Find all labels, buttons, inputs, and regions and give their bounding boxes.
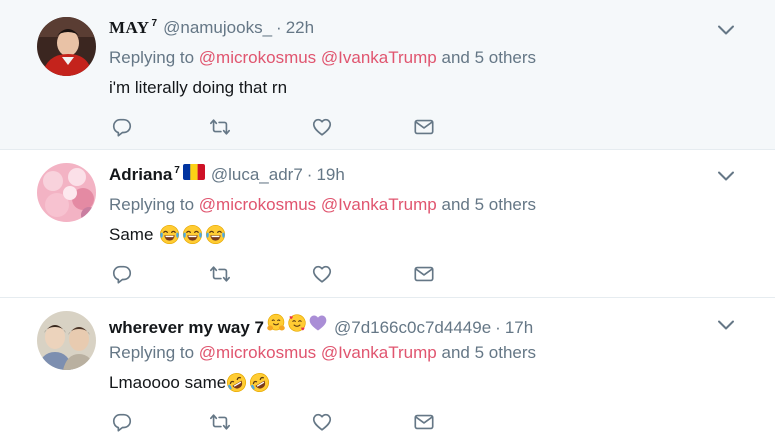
replying-to: Replying to @microkosmus @IvankaTrump an…	[109, 48, 536, 68]
avatar[interactable]	[37, 311, 96, 370]
tweet[interactable]: wherever my way 7 @7d166c0c7d4449e · 17h…	[0, 298, 775, 436]
tweet-text: Same	[109, 224, 226, 245]
replying-to: Replying to @microkosmus @IvankaTrump an…	[109, 195, 536, 215]
avatar[interactable]	[37, 163, 96, 222]
tears-of-joy-emoji-icon	[159, 224, 180, 245]
mention-link[interactable]: @microkosmus	[199, 195, 316, 214]
display-name[interactable]: Adriana	[109, 165, 172, 185]
tweet-actions	[110, 411, 440, 433]
handle[interactable]: @luca_adr7	[211, 165, 303, 185]
separator: ·	[276, 18, 282, 37]
display-name[interactable]: wherever my way 7	[109, 318, 264, 338]
mention-link[interactable]: @microkosmus	[199, 343, 316, 362]
retweet-icon[interactable]	[208, 263, 232, 285]
name-suffix: 7	[174, 165, 180, 176]
replying-prefix: Replying to	[109, 343, 195, 362]
retweet-icon[interactable]	[208, 116, 232, 138]
tweet-header: MAY 7 @namujooks_ · 22h	[109, 18, 314, 38]
message-icon[interactable]	[412, 411, 436, 433]
message-icon[interactable]	[412, 263, 436, 285]
rolling-on-floor-laughing-emoji-icon	[226, 372, 247, 393]
chevron-down-icon[interactable]	[717, 24, 735, 36]
tweet-header: wherever my way 7 @7d166c0c7d4449e · 17h	[109, 313, 533, 338]
separator: ·	[495, 318, 501, 337]
replying-prefix: Replying to	[109, 48, 195, 67]
mention-link[interactable]: @IvankaTrump	[321, 48, 437, 67]
tweet[interactable]: Adriana 7 @luca_adr7 · 19h Replying to @…	[0, 150, 775, 298]
tears-of-joy-emoji-icon	[182, 224, 203, 245]
rolling-on-floor-laughing-emoji-icon	[249, 372, 270, 393]
tweet-header: Adriana 7 @luca_adr7 · 19h	[109, 164, 345, 185]
purple-heart-emoji-icon	[308, 313, 328, 333]
handle[interactable]: @7d166c0c7d4449e	[334, 318, 491, 338]
like-icon[interactable]	[310, 116, 334, 138]
others-link[interactable]: and 5 others	[442, 195, 537, 214]
replying-to: Replying to @microkosmus @IvankaTrump an…	[109, 343, 536, 363]
mention-link[interactable]: @IvankaTrump	[321, 343, 437, 362]
tweet-text-content: Lmaoooo same	[109, 372, 227, 392]
like-icon[interactable]	[310, 263, 334, 285]
name-suffix: 7	[151, 18, 158, 29]
chevron-down-icon[interactable]	[717, 319, 735, 331]
tears-of-joy-emoji-icon	[205, 224, 226, 245]
like-icon[interactable]	[310, 411, 334, 433]
smiling-face-with-hearts-emoji-icon	[287, 313, 307, 333]
others-link[interactable]: and 5 others	[442, 343, 537, 362]
display-name[interactable]: MAY	[109, 18, 150, 38]
reply-icon[interactable]	[110, 116, 134, 138]
mention-link[interactable]: @microkosmus	[199, 48, 316, 67]
reply-icon[interactable]	[110, 263, 134, 285]
timestamp[interactable]: 17h	[505, 318, 533, 338]
handle[interactable]: @namujooks_	[163, 18, 272, 38]
tweet[interactable]: MAY 7 @namujooks_ · 22h Replying to @mic…	[0, 0, 775, 150]
tweet-actions	[110, 116, 440, 138]
tweet-text: Lmaoooo same	[109, 372, 270, 393]
retweet-icon[interactable]	[208, 411, 232, 433]
replying-prefix: Replying to	[109, 195, 195, 214]
avatar[interactable]	[37, 17, 96, 76]
others-link[interactable]: and 5 others	[442, 48, 537, 67]
romania-flag-icon	[182, 164, 205, 180]
message-icon[interactable]	[412, 116, 436, 138]
tweet-actions	[110, 263, 440, 285]
timestamp[interactable]: 19h	[316, 165, 344, 185]
hugging-face-emoji-icon	[266, 313, 286, 333]
chevron-down-icon[interactable]	[717, 170, 735, 182]
mention-link[interactable]: @IvankaTrump	[321, 195, 437, 214]
tweet-text-content: i'm literally doing that rn	[109, 78, 288, 97]
timestamp[interactable]: 22h	[286, 18, 314, 38]
tweet-text-content: Same	[109, 224, 154, 244]
reply-icon[interactable]	[110, 411, 134, 433]
separator: ·	[306, 165, 313, 184]
tweet-text: i'm literally doing that rn	[109, 78, 287, 98]
